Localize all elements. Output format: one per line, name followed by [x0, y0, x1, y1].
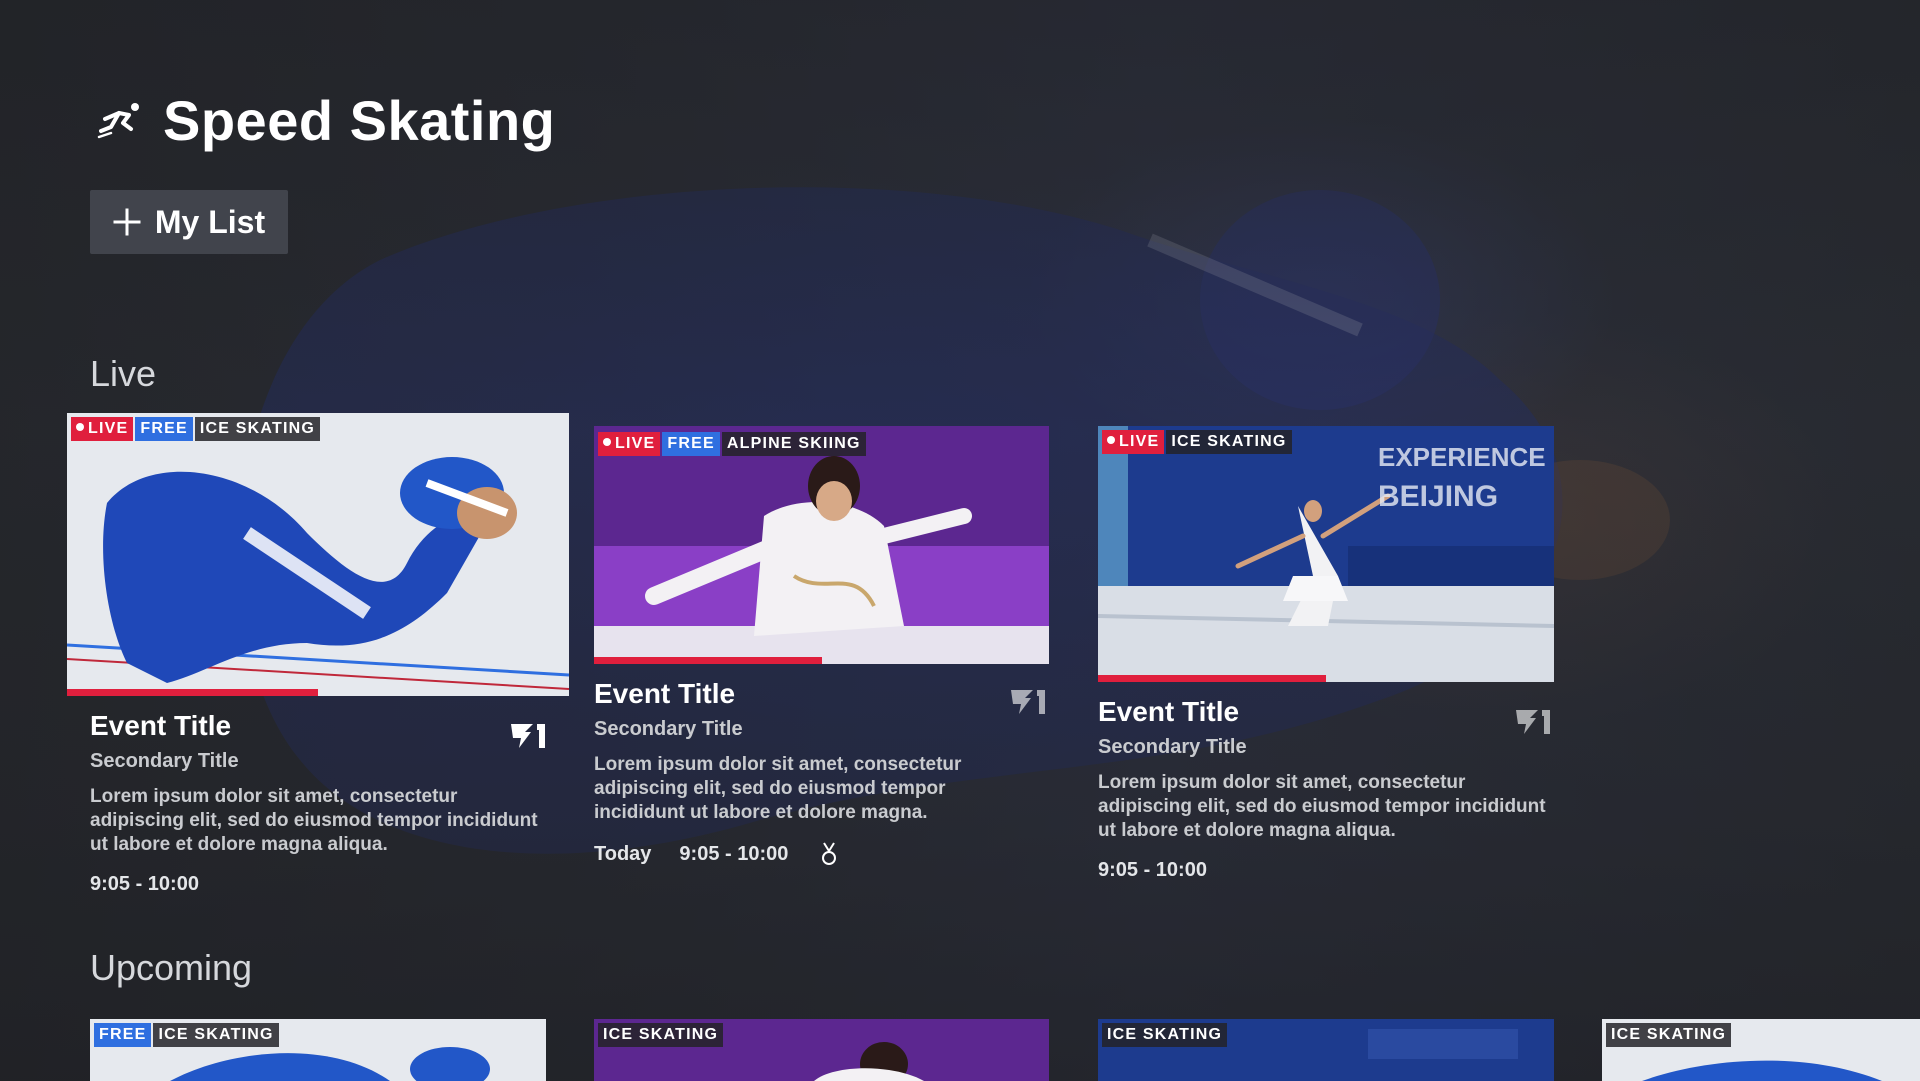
- my-list-label: My List: [154, 203, 266, 240]
- event-badges: ICE SKATING: [598, 1023, 724, 1047]
- live-badge: LIVE: [71, 417, 134, 441]
- upcoming-section-title: Upcoming: [90, 947, 253, 988]
- live-section-title: Live: [90, 353, 157, 394]
- medal-icon: [822, 842, 837, 865]
- event-thumbnail: LIVE FREE ALPINE SKIING: [594, 426, 1049, 664]
- event-secondary-title: Secondary Title: [594, 718, 743, 740]
- svg-text:BEIJING: BEIJING: [1378, 480, 1498, 513]
- sport-badge: ALPINE SKIING: [721, 432, 866, 456]
- event-badges: ICE SKATING: [1102, 1023, 1228, 1047]
- upcoming-event-card[interactable]: ICE SKATING: [594, 1019, 1049, 1081]
- channel-logo-icon: [511, 724, 545, 748]
- speed-skater-icon: [97, 102, 139, 138]
- event-badges: FREE ICE SKATING: [94, 1023, 279, 1047]
- live-progress-bar: [594, 657, 1049, 664]
- free-badge: FREE: [662, 432, 720, 456]
- svg-text:EXPERIENCE: EXPERIENCE: [1378, 442, 1546, 472]
- upcoming-event-card[interactable]: ICE SKATING: [1098, 1019, 1554, 1081]
- event-thumbnail: ICE SKATING: [594, 1019, 1049, 1081]
- event-badges: LIVE FREE ALPINE SKIING: [598, 432, 866, 456]
- event-time: 9:05 - 10:00: [90, 873, 199, 895]
- page-title: Speed Skating: [163, 89, 556, 152]
- live-progress-bar: [1098, 675, 1554, 682]
- event-badges: LIVE ICE SKATING: [1102, 430, 1292, 454]
- free-badge: FREE: [135, 417, 193, 441]
- event-title: Event Title: [594, 678, 736, 709]
- event-secondary-title: Secondary Title: [1098, 736, 1247, 758]
- event-thumbnail: ICE SKATING: [1602, 1019, 1920, 1081]
- event-secondary-title: Secondary Title: [90, 750, 239, 772]
- channel-logo-icon: [1011, 690, 1045, 714]
- event-thumbnail: FREE ICE SKATING: [90, 1019, 546, 1081]
- plus-icon: [113, 208, 141, 236]
- event-time: Today 9:05 - 10:00: [594, 841, 1049, 867]
- live-event-card[interactable]: LIVE FREE ICE SKATING Event Title Second…: [67, 413, 569, 896]
- event-badges: LIVE FREE ICE SKATING: [71, 417, 320, 441]
- speed-skating-page: Speed Skating My List Live LIVE FREE ICE…: [0, 0, 1920, 1081]
- event-thumbnail: LIVE FREE ICE SKATING: [67, 413, 569, 696]
- event-description: Lorem ipsum dolor sit amet, consectetur …: [1098, 772, 1546, 841]
- event-title: Event Title: [90, 710, 232, 741]
- sport-badge: ICE SKATING: [1606, 1023, 1732, 1047]
- event-thumbnail: EXPERIENCE BEIJING LIVE ICE SKATING: [1098, 426, 1554, 682]
- event-day: Today: [594, 842, 652, 865]
- upcoming-event-card[interactable]: FREE ICE SKATING: [90, 1019, 546, 1081]
- event-badges: ICE SKATING: [1606, 1023, 1732, 1047]
- event-description: Lorem ipsum dolor sit amet, consectetur …: [594, 754, 962, 823]
- page-header: Speed Skating: [97, 88, 555, 153]
- live-progress-bar: [67, 689, 569, 696]
- event-title: Event Title: [1098, 696, 1240, 727]
- sport-badge: ICE SKATING: [1102, 1023, 1228, 1047]
- event-time-range: 9:05 - 10:00: [679, 842, 789, 865]
- free-badge: FREE: [94, 1023, 152, 1047]
- sport-badge: ICE SKATING: [598, 1023, 724, 1047]
- channel-logo-icon: [1516, 710, 1550, 734]
- live-badge: LIVE: [1102, 430, 1165, 454]
- add-to-my-list-button[interactable]: My List: [90, 190, 288, 254]
- upcoming-event-card[interactable]: ICE SKATING: [1602, 1019, 1920, 1081]
- live-event-card[interactable]: EXPERIENCE BEIJING LIVE ICE SKATING Even…: [1098, 426, 1554, 882]
- live-badge: LIVE: [598, 432, 661, 456]
- live-event-card[interactable]: LIVE FREE ALPINE SKIING Event Title Seco…: [594, 426, 1049, 867]
- sport-badge: ICE SKATING: [1166, 430, 1292, 454]
- event-time: 9:05 - 10:00: [1098, 859, 1207, 881]
- event-description: Lorem ipsum dolor sit amet, consectetur …: [90, 786, 538, 855]
- event-thumbnail: ICE SKATING: [1098, 1019, 1554, 1081]
- sport-badge: ICE SKATING: [194, 417, 320, 441]
- sport-badge: ICE SKATING: [153, 1023, 279, 1047]
